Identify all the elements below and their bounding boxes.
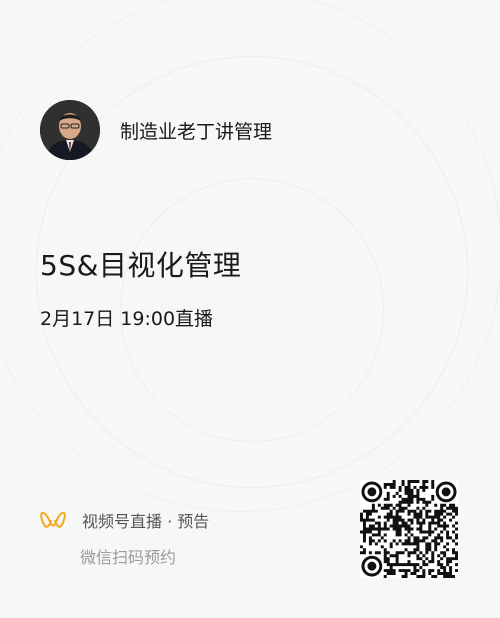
live-title: 5S&目视化管理 [40, 249, 242, 282]
channel-name[interactable]: 制造业老丁讲管理 [120, 117, 272, 144]
qr-code-icon [360, 480, 458, 578]
qr-code[interactable] [360, 480, 458, 578]
channel-header: 制造业老丁讲管理 [40, 100, 272, 160]
wechat-channels-logo-icon [40, 511, 66, 528]
footer-info: 视频号直播 · 预告 微信扫码预约 [40, 508, 209, 568]
live-time: 2月17日 19:00直播 [40, 308, 214, 330]
avatar[interactable] [40, 100, 100, 160]
scan-hint: 微信扫码预约 [80, 548, 177, 567]
person-portrait-icon [40, 100, 100, 160]
brand-text: 视频号直播 · 预告 [82, 512, 210, 531]
